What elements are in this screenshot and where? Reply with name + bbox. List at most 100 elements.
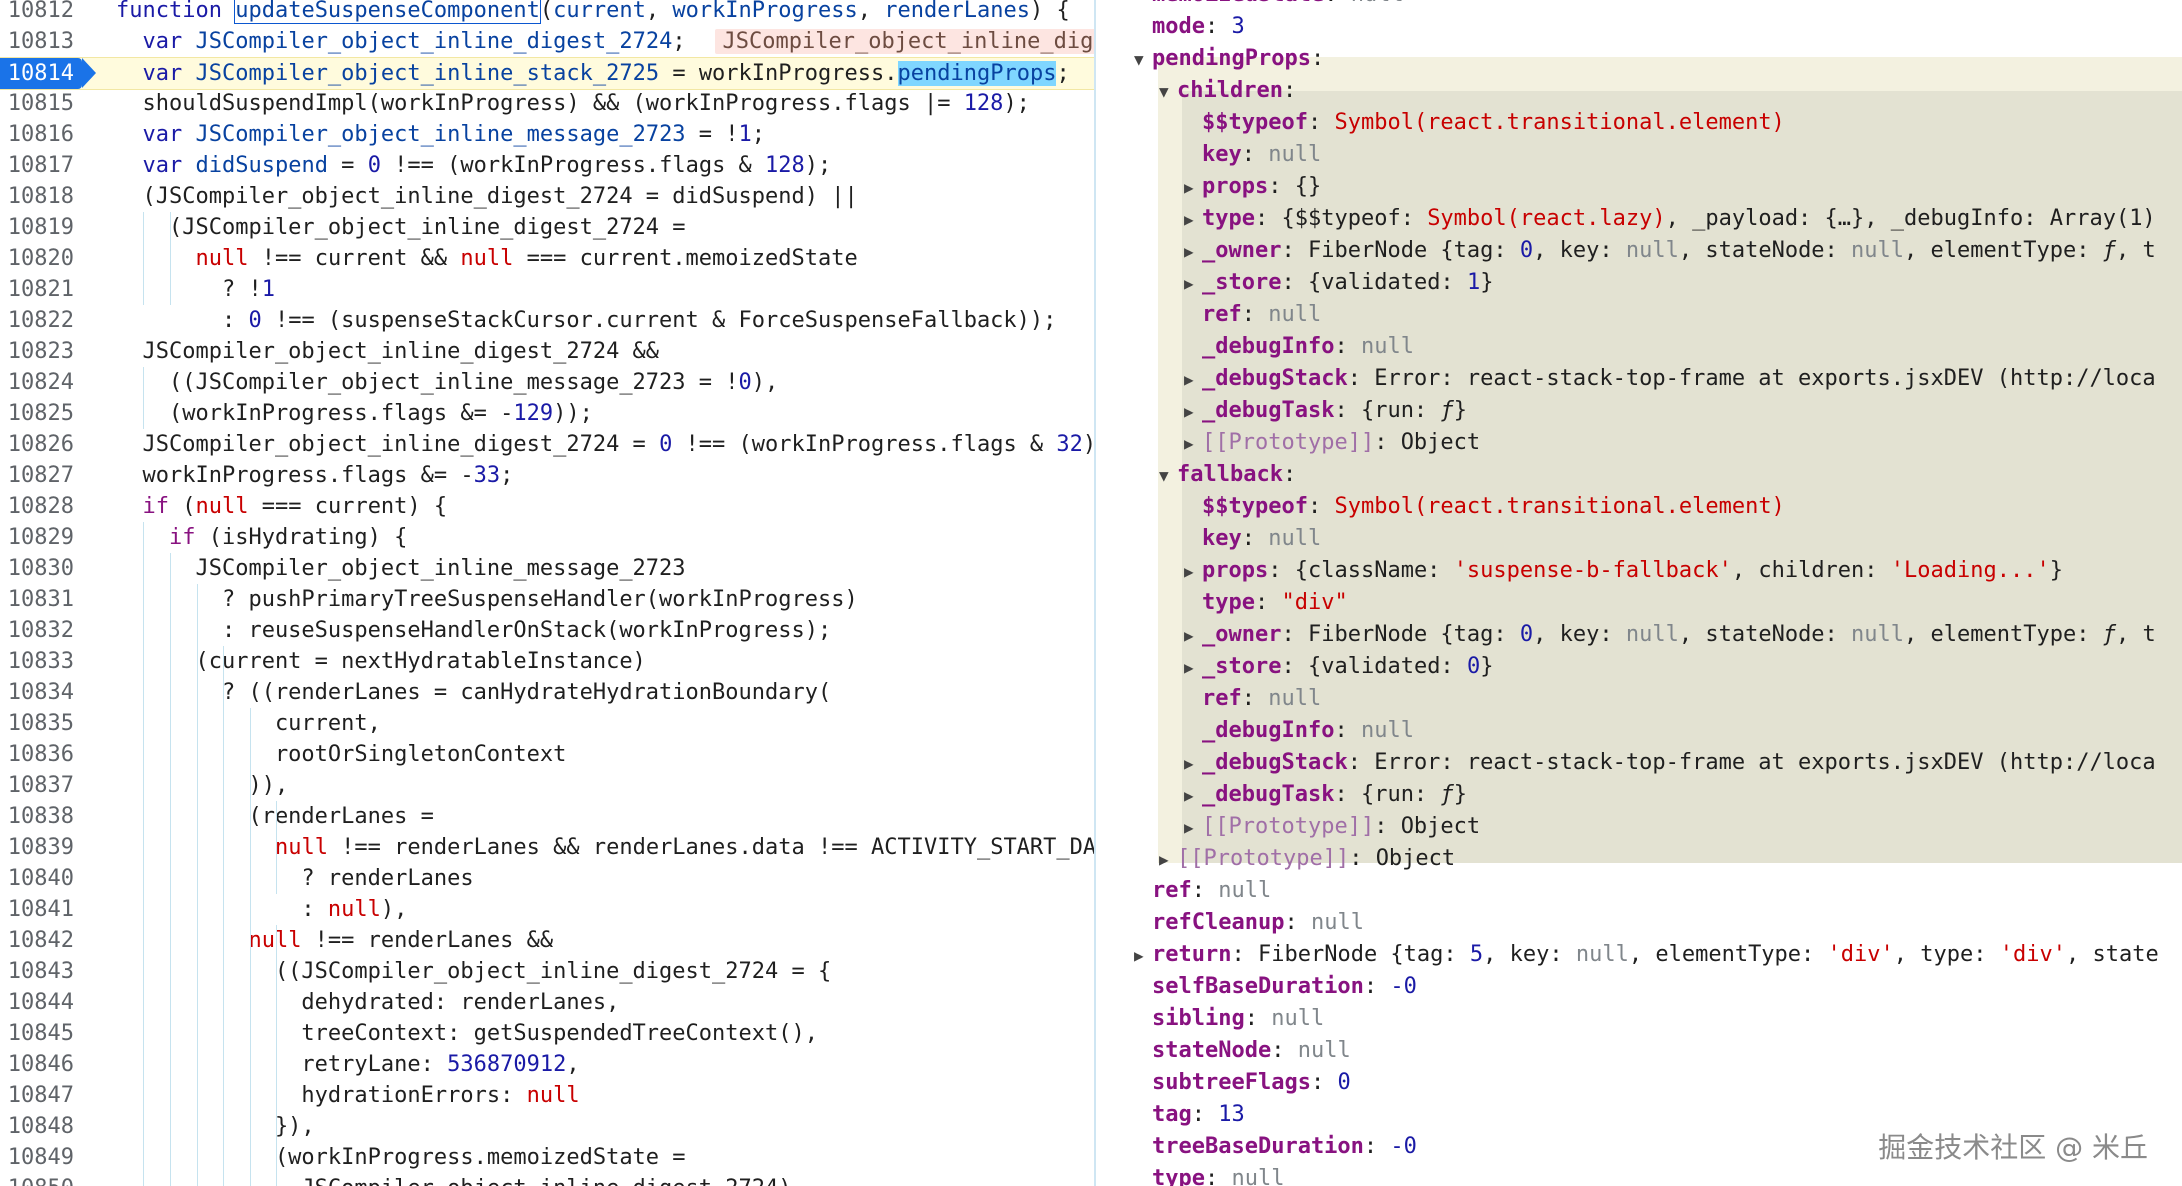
line-number[interactable]: 10823 — [0, 336, 82, 367]
line-number[interactable]: 10832 — [0, 615, 82, 646]
code-token: !== current && — [248, 246, 461, 271]
code-line: 10842 null !== renderLanes && — [0, 925, 1094, 956]
code-token[interactable]: pendingProps — [897, 61, 1057, 86]
line-number[interactable]: 10835 — [0, 708, 82, 739]
collapsed-triangle-icon[interactable]: ▶ — [1184, 396, 1202, 428]
collapsed-triangle-icon[interactable]: ▶ — [1184, 204, 1202, 236]
line-number[interactable]: 10829 — [0, 522, 82, 553]
collapsed-triangle-icon[interactable]: ▶ — [1184, 652, 1202, 684]
property-colon: : — [1324, 0, 1351, 7]
collapsed-triangle-icon[interactable]: ▶ — [1159, 844, 1177, 876]
line-number[interactable]: 10825 — [0, 398, 82, 429]
property-colon: : — [1191, 1102, 1219, 1127]
expanded-triangle-icon[interactable]: ▼ — [1159, 460, 1177, 492]
line-number[interactable]: 10833 — [0, 646, 82, 677]
line-number[interactable]: 10818 — [0, 181, 82, 212]
line-number[interactable]: 10847 — [0, 1080, 82, 1111]
property-key: ref — [1152, 878, 1192, 903]
collapsed-triangle-icon[interactable]: ▶ — [1184, 556, 1202, 588]
scope-panel[interactable]: memoizedState: nullmode: 3▼pendingProps:… — [1096, 0, 2182, 1186]
line-number[interactable]: 10830 — [0, 553, 82, 584]
line-number[interactable]: 10820 — [0, 243, 82, 274]
line-number[interactable]: 10819 — [0, 212, 82, 243]
property-value: 13 — [1218, 1102, 1245, 1127]
expanded-triangle-icon[interactable]: ▼ — [1134, 44, 1152, 76]
line-number[interactable]: 10812 — [0, 0, 82, 26]
line-number[interactable]: 10844 — [0, 987, 82, 1018]
line-number[interactable]: 10837 — [0, 770, 82, 801]
property-colon: : — [1191, 878, 1219, 903]
line-number[interactable]: 10846 — [0, 1049, 82, 1080]
line-number[interactable]: 10826 — [0, 429, 82, 460]
breakpoint-line-number[interactable]: 10814 — [0, 58, 96, 89]
line-number[interactable]: 10843 — [0, 956, 82, 987]
line-number[interactable]: 10816 — [0, 119, 82, 150]
code-line: 10830 JSCompiler_object_inline_message_2… — [0, 553, 1094, 584]
code-text: if (isHydrating) { — [116, 522, 407, 553]
scope-property-row[interactable]: ▼ fallback: — [1159, 459, 1309, 491]
line-number[interactable]: 10836 — [0, 739, 82, 770]
line-number[interactable]: 10824 — [0, 367, 82, 398]
code-token[interactable]: updateSuspenseComponent — [234, 0, 541, 24]
code-token: : — [116, 897, 328, 922]
line-number[interactable]: 10838 — [0, 801, 82, 832]
scope-property-row[interactable]: ▶ _owner: FiberNode {tag: 0, key: null, s… — [1184, 619, 2156, 651]
line-number[interactable]: 10849 — [0, 1142, 82, 1173]
property-key: [[Prototype]] — [1202, 430, 1375, 455]
line-number[interactable]: 10815 — [0, 88, 82, 119]
expanded-triangle-icon[interactable]: ▼ — [1159, 76, 1177, 108]
scope-property-row[interactable]: ▶ _owner: FiberNode {tag: 0, key: null, s… — [1184, 235, 2156, 267]
property-key: stateNode — [1152, 1038, 1272, 1063]
line-number[interactable]: 10831 — [0, 584, 82, 615]
property-key: props — [1202, 174, 1269, 199]
line-number[interactable]: 10840 — [0, 863, 82, 894]
scope-property-row[interactable]: ▶ [[Prototype]]: Object — [1184, 427, 1480, 459]
code-line: 10841 : null), — [0, 894, 1094, 925]
scope-property-row[interactable]: ▶ props: {className: 'suspense-b-fallback… — [1184, 555, 2063, 587]
scope-property-row[interactable]: ▼ children: — [1159, 75, 1309, 107]
collapsed-triangle-icon[interactable]: ▶ — [1184, 620, 1202, 652]
collapsed-triangle-icon[interactable]: ▶ — [1184, 236, 1202, 268]
code-token: JSCompiler_object_inline_digest_2724 — [195, 29, 673, 54]
line-number[interactable]: 10821 — [0, 274, 82, 305]
collapsed-triangle-icon[interactable]: ▶ — [1184, 364, 1202, 396]
scope-property-row[interactable]: ▶ props: {} — [1184, 171, 1321, 203]
scope-property-row[interactable]: ▶ [[Prototype]]: Object — [1159, 843, 1455, 875]
scope-property-row[interactable]: ▶ _debugTask: {run: ƒ} — [1184, 395, 1467, 427]
line-number[interactable]: 10822 — [0, 305, 82, 336]
line-number[interactable]: 10842 — [0, 925, 82, 956]
line-number[interactable]: 10839 — [0, 832, 82, 863]
code-text: (JSCompiler_object_inline_digest_2724 = … — [116, 181, 857, 212]
collapsed-triangle-icon[interactable]: ▶ — [1184, 780, 1202, 812]
line-number[interactable]: 10850 — [0, 1173, 82, 1186]
property-key: pendingProps — [1152, 46, 1311, 71]
collapsed-triangle-icon[interactable]: ▶ — [1184, 748, 1202, 780]
collapsed-triangle-icon[interactable]: ▶ — [1184, 428, 1202, 460]
collapsed-triangle-icon[interactable]: ▶ — [1184, 172, 1202, 204]
scope-property-row[interactable]: ▼ pendingProps: — [1134, 43, 1337, 75]
line-number[interactable]: 10817 — [0, 150, 82, 181]
scope-property-row[interactable]: ▶ _store: {validated: 0} — [1184, 651, 1493, 683]
collapsed-triangle-icon[interactable]: ▶ — [1184, 268, 1202, 300]
collapsed-triangle-icon[interactable]: ▶ — [1184, 812, 1202, 844]
property-value: Error: react-stack-top-frame at exports.… — [1374, 750, 2156, 775]
line-number[interactable]: 10848 — [0, 1111, 82, 1142]
scope-property-row[interactable]: ▶ _debugTask: {run: ƒ} — [1184, 779, 1467, 811]
sources-editor[interactable]: 10812 function updateSuspenseComponent(cu… — [0, 0, 1094, 1186]
property-colon: : — [1349, 846, 1376, 871]
line-number[interactable]: 10845 — [0, 1018, 82, 1049]
scope-property-row[interactable]: ▶ return: FiberNode {tag: 5, key: null, e… — [1134, 939, 2159, 971]
line-number[interactable]: 10834 — [0, 677, 82, 708]
scope-property-row[interactable]: ▶ _debugStack: Error: react-stack-top-fra… — [1184, 747, 2156, 779]
scope-property-row[interactable]: ▶ type: {$$typeof: Symbol(react.lazy), _p… — [1184, 203, 2156, 235]
line-number[interactable]: 10813 — [0, 26, 82, 57]
scope-property-row[interactable]: ▶ [[Prototype]]: Object — [1184, 811, 1480, 843]
line-number[interactable]: 10827 — [0, 460, 82, 491]
line-number[interactable]: 10841 — [0, 894, 82, 925]
line-number[interactable]: 10828 — [0, 491, 82, 522]
collapsed-triangle-icon[interactable]: ▶ — [1134, 940, 1152, 972]
scope-property-row[interactable]: ▶ _debugStack: Error: react-stack-top-fra… — [1184, 363, 2156, 395]
property-value: {validated: — [1307, 654, 1467, 679]
property-value: {run: — [1360, 782, 1441, 807]
scope-property-row[interactable]: ▶ _store: {validated: 1} — [1184, 267, 1493, 299]
